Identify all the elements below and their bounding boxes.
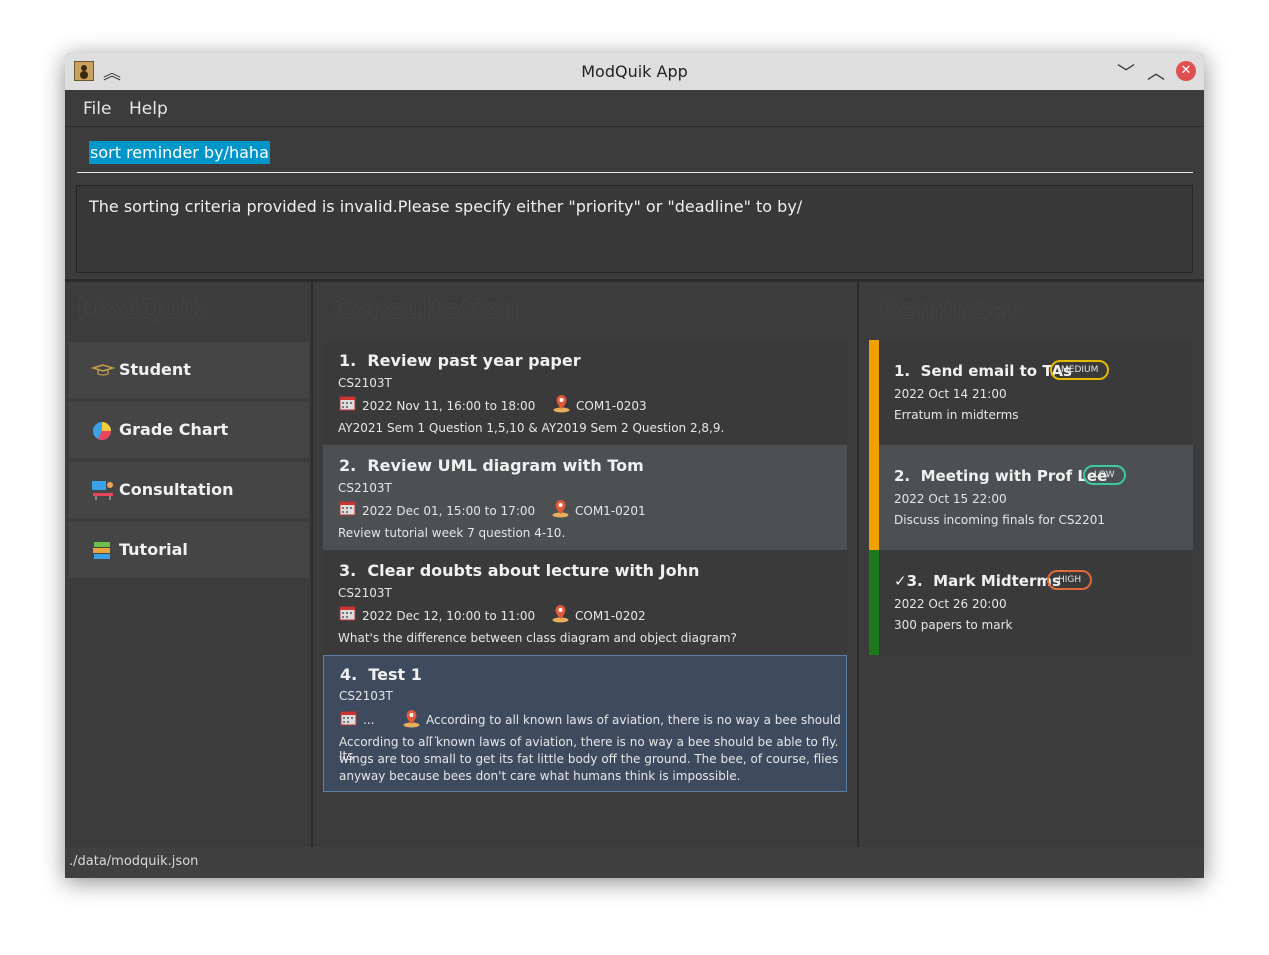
consultation-icon	[92, 481, 113, 500]
graduation-cap-icon	[91, 364, 115, 376]
consultation-datetime: 2022 Dec 12, 10:00 to 11:00	[362, 609, 536, 623]
menu-file[interactable]: File	[83, 99, 111, 119]
priority-badge: LOW	[1083, 465, 1126, 485]
command-text[interactable]: sort reminder by/haha	[89, 141, 270, 164]
sidebar-item-student[interactable]: Student	[69, 342, 309, 398]
consultation-datetime: ...	[363, 713, 375, 727]
consultation-description-line: wings are too small to get its fat littl…	[339, 752, 839, 766]
command-input[interactable]: sort reminder by/haha	[77, 137, 1193, 173]
consultation-description: Review tutorial week 7 question 4-10.	[338, 526, 566, 540]
location-pin-icon	[552, 500, 569, 518]
sidebar-item-label: Grade Chart	[119, 420, 229, 439]
sidebar-item-label: Consultation	[119, 480, 234, 499]
consultation-datetime: 2022 Dec 01, 15:00 to 17:00	[362, 504, 536, 518]
reminder-priority-bar	[869, 445, 879, 550]
location-pin-icon	[553, 395, 570, 413]
minimize-icon[interactable]: ﹀	[1117, 59, 1135, 85]
sidebar-item-tutorial[interactable]: Tutorial	[69, 522, 309, 578]
reminder-description: Erratum in midterms	[894, 408, 1019, 422]
consultation-card[interactable]: 3. Clear doubts about lecture with John …	[323, 550, 847, 655]
reminder-deadline: 2022 Oct 14 21:00	[894, 387, 1007, 401]
consultation-title-text: 2. Review UML diagram with Tom	[339, 456, 644, 475]
window-title: ModQuik App	[581, 62, 688, 81]
reminder-priority-bar	[869, 550, 879, 655]
module-code: CS2103T	[338, 586, 392, 600]
module-code: CS2103T	[338, 481, 392, 495]
data-file-path: ./data/modquik.json	[69, 854, 199, 869]
sidebar-item-label: Student	[119, 360, 191, 379]
module-code: CS2103T	[338, 376, 392, 390]
calendar-icon	[339, 396, 356, 411]
module-code: CS2103T	[339, 689, 393, 703]
consultation-card-selected[interactable]: 4. Test 1 CS2103T ... According to all k…	[323, 655, 847, 792]
consultation-location: COM1-0202	[575, 609, 646, 623]
calendar-icon	[339, 606, 356, 621]
reminder-title: Reminder	[879, 295, 1021, 325]
sidebar-title: ModQuik	[77, 295, 207, 325]
consultation-panel: Consultation 1. Review past year paper C…	[313, 282, 857, 847]
reminder-description: Discuss incoming finals for CS2201	[894, 513, 1106, 527]
sidebar-item-consultation[interactable]: Consultation	[69, 462, 309, 518]
consultation-title-text: 4. Test 1	[340, 665, 422, 684]
books-icon	[93, 542, 110, 559]
reminder-panel: Reminder 1. Send email to TAs MEDIUM 202…	[859, 282, 1204, 847]
location-pin-icon	[552, 605, 569, 623]
consultation-title-text: 1. Review past year paper	[339, 351, 581, 370]
calendar-icon	[339, 501, 356, 516]
close-icon[interactable]: ✕	[1176, 61, 1196, 81]
location-pin-icon	[403, 710, 420, 728]
reminder-title-text: 1. Send email to TAs	[894, 362, 1072, 380]
consultation-location: COM1-0201	[575, 504, 646, 518]
reminder-card[interactable]: ✓3. Mark Midterms HIGH 2022 Oct 26 20:00…	[869, 550, 1193, 655]
app-window: ︽ ModQuik App ﹀ ︿ ✕ File Help sort remin…	[65, 53, 1204, 878]
consultation-description: AY2021 Sem 1 Question 1,5,10 & AY2019 Se…	[338, 421, 725, 435]
main-panels: ModQuik Student Grade Chart Consultation…	[65, 279, 1204, 847]
sidebar-item-grade-chart[interactable]: Grade Chart	[69, 402, 309, 458]
pie-chart-icon	[93, 422, 111, 440]
result-text: The sorting criteria provided is invalid…	[89, 197, 803, 216]
reminder-description: 300 papers to mark	[894, 618, 1013, 632]
consultation-card[interactable]: 2. Review UML diagram with Tom CS2103T 2…	[323, 445, 847, 550]
maximize-icon[interactable]: ︿	[1147, 59, 1165, 85]
consultation-title: Consultation	[333, 295, 520, 325]
consultation-description-line: anyway because bees don't care what huma…	[339, 769, 741, 783]
consultation-title-text: 3. Clear doubts about lecture with John	[339, 561, 700, 580]
title-bar: ︽ ModQuik App ﹀ ︿ ✕	[65, 53, 1204, 90]
priority-badge: MEDIUM	[1050, 360, 1110, 380]
calendar-icon	[340, 711, 357, 726]
status-bar: ./data/modquik.json	[65, 847, 1204, 878]
consultation-location: COM1-0203	[576, 399, 647, 413]
sidebar-panel: ModQuik Student Grade Chart Consultation…	[65, 282, 311, 847]
consultation-description: What's the difference between class diag…	[338, 631, 737, 645]
menu-bar: File Help	[65, 90, 1204, 127]
result-display: The sorting criteria provided is invalid…	[76, 185, 1193, 273]
menu-help[interactable]: Help	[129, 99, 168, 119]
sidebar-item-label: Tutorial	[119, 540, 188, 559]
reminder-deadline: 2022 Oct 26 20:00	[894, 597, 1007, 611]
reminder-card[interactable]: 1. Send email to TAs MEDIUM 2022 Oct 14 …	[869, 340, 1193, 445]
consultation-datetime: 2022 Nov 11, 16:00 to 18:00	[362, 399, 536, 413]
reminder-priority-bar	[869, 340, 879, 445]
reminder-deadline: 2022 Oct 15 22:00	[894, 492, 1007, 506]
reminder-title-text: ✓3. Mark Midterms	[894, 572, 1061, 590]
priority-badge: HIGH	[1047, 570, 1093, 590]
reminder-card[interactable]: 2. Meeting with Prof Lee LOW 2022 Oct 15…	[869, 445, 1193, 550]
consultation-card[interactable]: 1. Review past year paper CS2103T 2022 N…	[323, 340, 847, 445]
reminder-title-text: 2. Meeting with Prof Lee	[894, 467, 1108, 485]
